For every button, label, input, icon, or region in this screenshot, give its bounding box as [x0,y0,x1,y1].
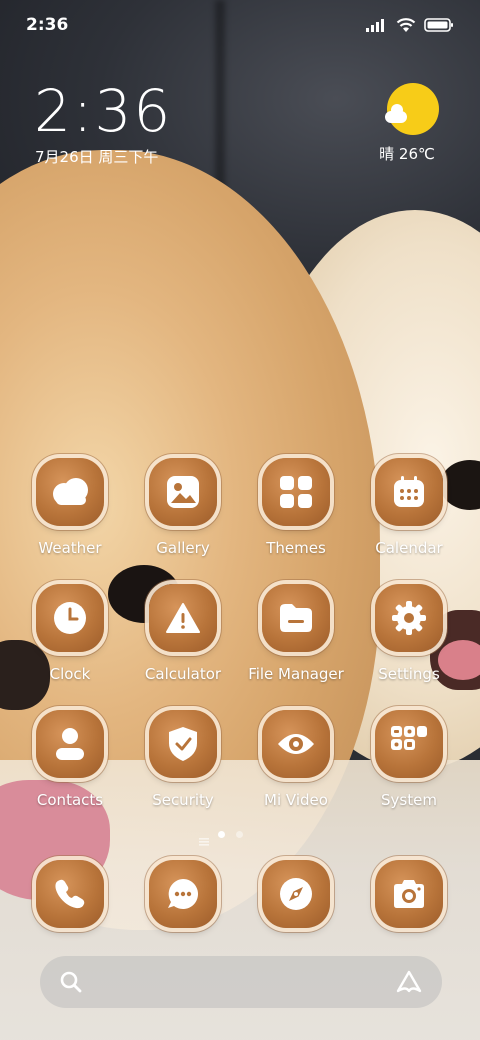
security-icon [149,710,217,778]
wifi-icon [396,18,416,32]
app-file-manager[interactable]: File Manager [240,584,352,683]
calendar-icon [375,458,443,526]
weather-text: 晴 26℃ [379,145,435,163]
phone-icon [36,860,104,928]
app-label: Contacts [36,791,104,809]
page-indicator[interactable] [0,831,480,846]
camera-icon [375,860,443,928]
app-themes[interactable]: Themes [240,458,352,557]
app-security[interactable]: Security [127,710,239,809]
app-label: Security [152,791,214,809]
app-calendar[interactable]: Calendar [353,458,465,557]
weather-widget[interactable]: 晴 26℃ [379,83,442,164]
page-dot-active [218,831,225,838]
clock-icon [36,584,104,652]
app-label: Mi Video [264,791,328,809]
battery-icon [424,18,453,32]
dock-browser[interactable] [240,860,352,928]
file-manager-icon [262,584,330,652]
clock-widget-time[interactable]: 2:36 [34,78,172,144]
messages-icon [149,860,217,928]
app-label: System [381,791,437,809]
sun-cloud-icon [385,83,439,135]
signal-bars-icon [366,19,384,32]
status-bar: 2:36 [0,0,480,52]
app-label: Gallery [156,539,210,557]
app-calculator[interactable]: Calculator [127,584,239,683]
app-label: Weather [38,539,102,557]
app-label: Calendar [375,539,443,557]
app-system-folder[interactable]: System [353,710,465,809]
app-label: Themes [266,539,326,557]
page-dot [236,831,243,838]
app-settings[interactable]: Settings [353,584,465,683]
mi-video-icon [262,710,330,778]
page-list-icon [199,831,209,846]
status-time: 2:36 [26,15,69,35]
app-label: Clock [49,665,91,683]
app-label: Settings [378,665,440,683]
system-folder-icon [375,710,443,778]
settings-icon [375,584,443,652]
dock-camera[interactable] [353,860,465,928]
search-icon [60,971,82,993]
contacts-icon [36,710,104,778]
search-bar[interactable] [40,956,442,1008]
weather-icon [36,458,104,526]
app-weather[interactable]: Weather [14,458,126,557]
app-clock[interactable]: Clock [14,584,126,683]
app-gallery[interactable]: Gallery [127,458,239,557]
browser-icon [262,860,330,928]
clock-widget-date: 7月26日 周三下午 [35,148,159,166]
app-label: Calculator [144,665,222,683]
dock-phone[interactable] [14,860,126,928]
assistant-icon[interactable] [396,970,422,994]
calculator-icon [149,584,217,652]
app-mi-video[interactable]: Mi Video [240,710,352,809]
themes-icon [262,458,330,526]
app-contacts[interactable]: Contacts [14,710,126,809]
dock-messages[interactable] [127,860,239,928]
app-label: File Manager [248,665,344,683]
gallery-icon [149,458,217,526]
